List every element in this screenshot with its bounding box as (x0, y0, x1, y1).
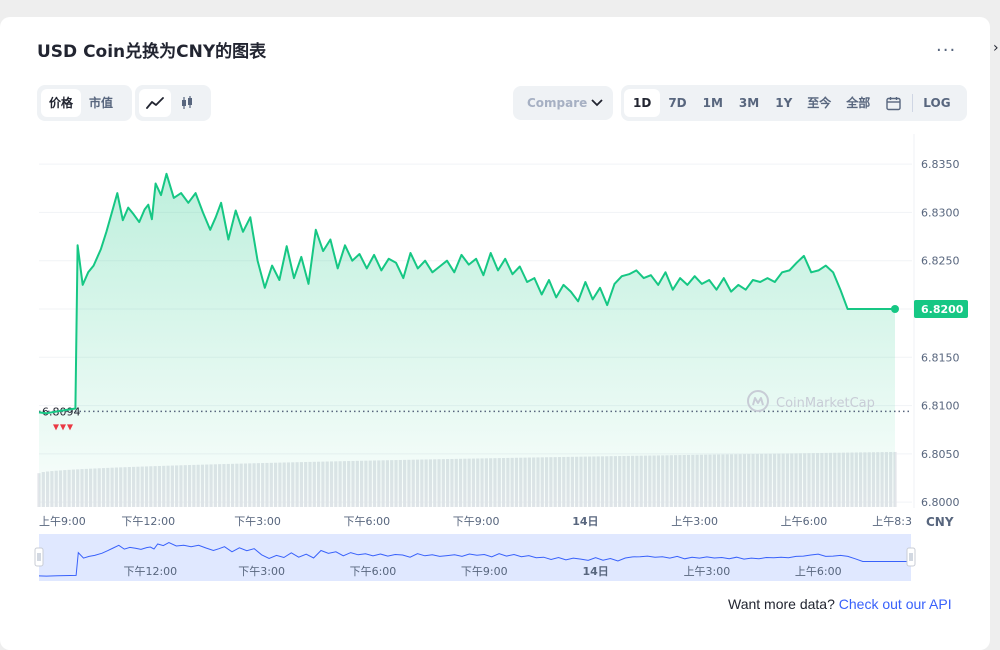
navigator-tick-label: 上午6:00 (795, 565, 842, 578)
navigator-tick-label: 上午3:00 (684, 565, 731, 578)
x-tick-label: 14日 (572, 515, 598, 528)
y-tick-label: 6.8300 (921, 206, 960, 219)
x-tick-label: 上午3:00 (671, 515, 718, 528)
y-tick-label: 6.8250 (921, 255, 960, 268)
current-price-dot (891, 305, 899, 314)
current-price-label: 6.8200 (921, 303, 964, 316)
current-price-tag: 6.8200 (914, 300, 968, 319)
x-tick-label: 上午9:00 (39, 515, 86, 528)
x-tick-label: 下午12:00 (121, 515, 175, 528)
navigator-tick-label: 14日 (582, 565, 608, 578)
navigator-tick-label: 下午3:00 (238, 565, 285, 578)
navigator-tick-label: 下午9:00 (461, 565, 508, 578)
x-tick-label: 上午6:00 (781, 515, 828, 528)
navigator-handle-right[interactable] (906, 547, 916, 567)
y-tick-label: 6.8350 (921, 158, 960, 171)
navigator-tick-label: 下午12:00 (123, 565, 177, 578)
api-promo-text: Want more data? (728, 596, 835, 612)
y-tick-label: 6.8150 (921, 351, 960, 364)
api-link[interactable]: Check out our API (839, 596, 952, 612)
api-promo: Want more data? Check out our API (728, 596, 952, 612)
navigator-handle-left[interactable] (34, 547, 44, 567)
x-tick-label: 上午8:3 (872, 515, 912, 528)
price-area (39, 173, 895, 508)
x-tick-label: 下午6:00 (343, 515, 390, 528)
y-tick-label: 6.8000 (921, 496, 960, 509)
price-down-marker (53, 424, 73, 431)
currency-label: CNY (926, 515, 954, 529)
navigator-tick-label: 下午6:00 (350, 565, 397, 578)
range-navigator[interactable]: 下午12:00 下午3:00 下午6:00 下午9:00 14日 上午3:00 上午6:00 (34, 534, 916, 581)
x-tick-label: 下午9:00 (453, 515, 500, 528)
watermark-text: CoinMarketCap (776, 396, 875, 411)
y-tick-label: 6.8050 (921, 448, 960, 461)
y-tick-label: 6.8100 (921, 400, 960, 413)
price-chart[interactable]: 6.8094 6.83506.83006.82506.82006.81506.8… (0, 0, 1000, 650)
x-tick-label: 下午3:00 (234, 515, 281, 528)
